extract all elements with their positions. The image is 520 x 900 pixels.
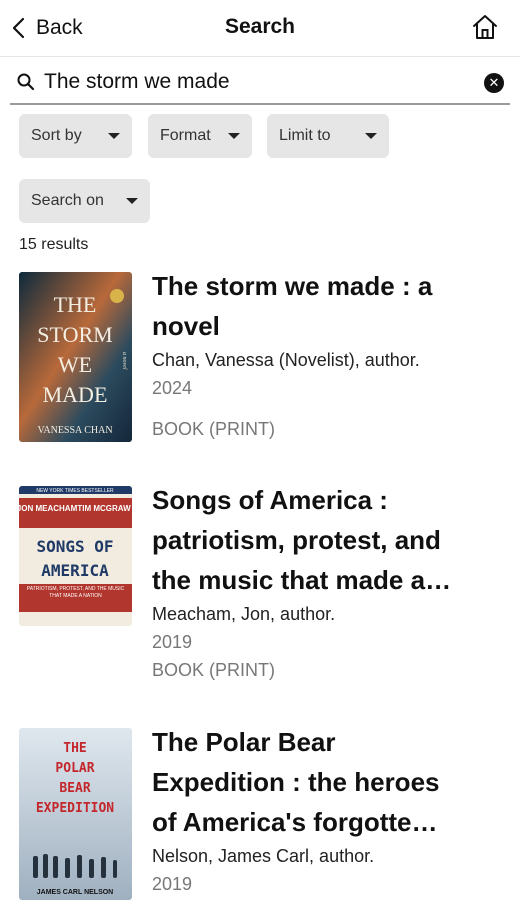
result-format: BOOK (PRINT) bbox=[152, 660, 276, 680]
search-on-label: Search on bbox=[31, 192, 104, 209]
limit-to-dropdown[interactable]: Limit to bbox=[267, 114, 389, 158]
result-year: 2019 bbox=[152, 632, 193, 652]
result-year: 2019 bbox=[152, 874, 193, 894]
result-format: BOOK (PRINT) bbox=[152, 419, 276, 439]
sort-by-dropdown[interactable]: Sort by bbox=[19, 114, 132, 158]
cover-title-word: EXPEDITION bbox=[36, 801, 114, 816]
cover-title-word: THE bbox=[63, 741, 86, 756]
search-icon bbox=[17, 73, 35, 91]
cover-subtitle: PATRIOTISM, PROTEST, AND THE MUSIC THAT … bbox=[26, 586, 125, 599]
cover-title: AMERICA bbox=[41, 561, 109, 580]
cover-title: SONGS OF bbox=[36, 537, 113, 556]
search-on-dropdown[interactable]: Search on bbox=[19, 179, 150, 223]
page-title: Search bbox=[224, 15, 296, 38]
cover-tag: a novel bbox=[121, 352, 127, 370]
cover-title-word: POLAR bbox=[55, 761, 94, 776]
top-navigation-bar: Back Search bbox=[0, 0, 520, 57]
result-title: Songs of America : patriotism, protest, … bbox=[152, 485, 452, 595]
cover-title-word: STORM bbox=[37, 322, 112, 347]
result-author: Chan, Vanessa (Novelist), author. bbox=[152, 350, 420, 370]
caret-down-icon bbox=[126, 198, 138, 204]
result-title: The storm we made : a novel bbox=[152, 271, 433, 341]
sort-by-label: Sort by bbox=[31, 127, 82, 144]
caret-down-icon bbox=[365, 133, 377, 139]
result-year: 2024 bbox=[152, 378, 193, 398]
cover-banner: NEW YORK TIMES BESTSELLER bbox=[36, 488, 114, 494]
caret-down-icon bbox=[108, 133, 120, 139]
book-cover-image: THE POLAR BEAR EXPEDITION JAMES CARL NEL… bbox=[19, 728, 132, 900]
book-cover-image: THE STORM WE MADE a novel VANESSA CHAN bbox=[19, 272, 132, 442]
format-label: Format bbox=[160, 127, 211, 144]
search-input[interactable] bbox=[44, 66, 464, 98]
search-bar: ✕ bbox=[10, 62, 510, 105]
cover-title-word: THE bbox=[54, 292, 97, 317]
result-item[interactable]: THE POLAR BEAR EXPEDITION JAMES CARL NEL… bbox=[0, 726, 520, 900]
cover-author: JAMES CARL NELSON bbox=[37, 889, 114, 896]
result-author: Meacham, Jon, author. bbox=[152, 604, 336, 624]
limit-to-label: Limit to bbox=[279, 127, 331, 144]
home-icon[interactable] bbox=[470, 12, 500, 42]
cover-author: TIM MCGRAW bbox=[77, 504, 131, 513]
format-dropdown[interactable]: Format bbox=[148, 114, 252, 158]
caret-down-icon bbox=[228, 133, 240, 139]
cover-title-word: BEAR bbox=[59, 781, 90, 796]
cover-title-word: WE bbox=[58, 352, 92, 377]
cover-author: VANESSA CHAN bbox=[37, 425, 112, 436]
result-item[interactable]: THE STORM WE MADE a novel VANESSA CHAN T… bbox=[0, 270, 520, 460]
result-author: Nelson, James Carl, author. bbox=[152, 846, 375, 866]
results-count: 15 results bbox=[19, 236, 89, 253]
cover-title-word: MADE bbox=[43, 382, 108, 407]
clear-search-icon[interactable]: ✕ bbox=[484, 73, 504, 93]
cover-author: JON MEACHAM bbox=[19, 504, 78, 513]
result-title: The Polar Bear Expedition : the heroes o… bbox=[152, 727, 440, 837]
book-cover-image: NEW YORK TIMES BESTSELLER JON MEACHAM TI… bbox=[19, 486, 132, 626]
result-item[interactable]: NEW YORK TIMES BESTSELLER JON MEACHAM TI… bbox=[0, 484, 520, 694]
